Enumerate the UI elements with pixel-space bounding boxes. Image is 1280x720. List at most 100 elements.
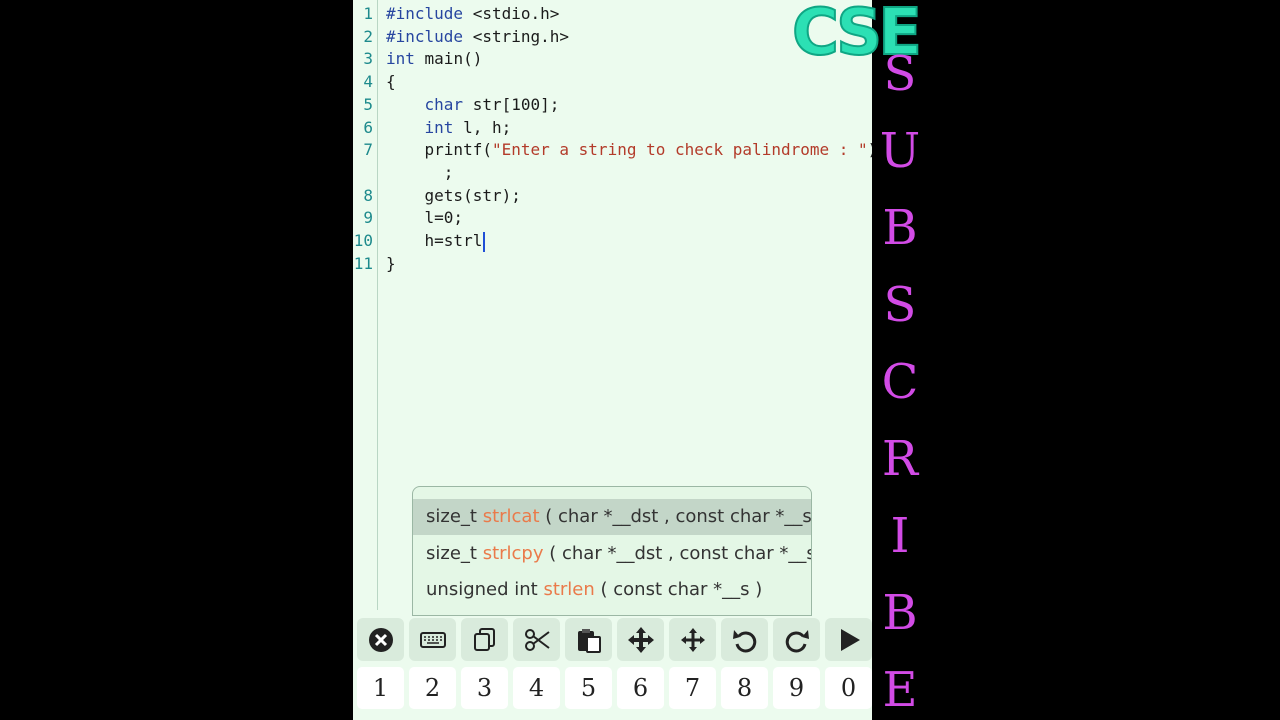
code-text: main() — [414, 49, 483, 69]
subscribe-letter: U — [879, 123, 921, 179]
line-number: 3 — [363, 49, 373, 69]
code-editor-screen: 1 2 3 4 5 6 7 8 9 10 11 #include <stdio.h> #include… — [353, 0, 872, 720]
code-line[interactable]: h=strl — [386, 230, 486, 252]
number-key-2[interactable]: 2 — [409, 667, 456, 709]
select-move-button[interactable] — [669, 618, 716, 661]
subscribe-letter: B — [882, 585, 918, 641]
number-key-3[interactable]: 3 — [461, 667, 508, 709]
number-key-6[interactable]: 6 — [617, 667, 664, 709]
number-key-7[interactable]: 7 — [669, 667, 716, 709]
code-string: "Enter a string to check palindrome : " — [491, 140, 868, 160]
redo-icon — [785, 629, 809, 652]
suggestion-match: strl — [482, 506, 512, 527]
subscribe-letter: S — [883, 46, 917, 102]
line-number: 4 — [363, 72, 373, 92]
line-number: 7 — [363, 140, 373, 160]
code-text: <stdio.h> — [463, 4, 560, 23]
code-line[interactable]: printf("Enter a string to check palindro… — [386, 139, 872, 161]
code-line[interactable]: gets(str); — [386, 185, 521, 207]
code-line[interactable]: int l, h; — [386, 117, 512, 139]
suggestion-sig: ( const char *__s ) — [594, 579, 763, 600]
line-number: 8 — [363, 185, 373, 205]
number-key-1[interactable]: 1 — [357, 667, 404, 709]
paste-icon — [577, 628, 601, 653]
code-text: printf( — [386, 140, 492, 160]
cut-icon — [524, 628, 550, 651]
autocomplete-popup: size_t strlcat ( char *__dst , const cha… — [412, 486, 812, 616]
subscribe-letter: R — [881, 431, 919, 487]
code-text: ) — [868, 140, 872, 159]
subscribe-letter: C — [881, 354, 919, 410]
suggestion-pre: size_t — [426, 506, 483, 527]
code-line[interactable]: #include <stdio.h> — [386, 3, 559, 25]
number-key-0[interactable]: 0 — [825, 667, 872, 709]
number-key-4[interactable]: 4 — [513, 667, 560, 709]
code-text: h=strl — [386, 231, 483, 250]
code-line[interactable]: char str[100]; — [386, 94, 560, 116]
select-move-icon — [680, 627, 705, 652]
line-number: 6 — [363, 117, 373, 137]
subscribe-letter: B — [882, 200, 918, 256]
copy-button[interactable] — [461, 618, 508, 661]
suggestion-rest: cat — [511, 506, 540, 527]
number-key-9[interactable]: 9 — [773, 667, 820, 709]
paste-button[interactable] — [565, 618, 612, 661]
code-keyword: int — [424, 117, 454, 137]
code-text: ; — [386, 162, 454, 182]
suggestion-match: strl — [543, 579, 573, 600]
suggestion-pre: size_t — [426, 542, 483, 564]
code-text: } — [386, 253, 396, 273]
code-line[interactable]: ; — [386, 162, 454, 184]
undo-icon — [732, 629, 756, 652]
close-icon — [368, 627, 393, 652]
suggestion-match: strl — [482, 542, 512, 564]
number-key-8[interactable]: 8 — [721, 667, 768, 709]
keyboard-button[interactable] — [409, 618, 456, 661]
code-line[interactable]: #include <string.h> — [386, 26, 569, 48]
line-number: 10 — [353, 231, 373, 250]
code-line[interactable]: l=0; — [386, 207, 464, 229]
code-keyword: #include — [386, 26, 464, 46]
code-text: l=0; — [386, 208, 464, 228]
code-text: <string.h> — [463, 26, 570, 46]
code-keyword: #include — [386, 4, 464, 23]
autocomplete-item[interactable]: size_t strlcpy ( char *__dst , const cha… — [413, 536, 811, 572]
line-number: 11 — [353, 253, 373, 273]
run-icon — [840, 628, 860, 651]
suggestion-rest: en — [572, 579, 595, 600]
text-cursor — [483, 231, 486, 252]
run-button[interactable] — [825, 618, 872, 661]
code-text: gets(str); — [386, 185, 521, 205]
line-number: 9 — [363, 208, 373, 228]
close-button[interactable] — [357, 618, 404, 661]
autocomplete-item[interactable]: unsigned int strlen ( const char *__s ) — [413, 572, 811, 608]
code-line[interactable]: { — [386, 71, 396, 93]
autocomplete-item[interactable]: size_t strlcat ( char *__dst , const cha… — [413, 499, 811, 535]
suggestion-sig: ( char *__dst , const char *__s — [539, 506, 811, 527]
move-cursor-icon — [627, 626, 654, 653]
suggestion-pre: unsigned int — [426, 579, 544, 600]
code-line[interactable]: } — [386, 253, 396, 275]
subscribe-letter: S — [883, 277, 917, 333]
subscribe-letter: I — [890, 508, 910, 564]
cut-button[interactable] — [513, 618, 560, 661]
code-line[interactable]: int main() — [386, 48, 482, 70]
line-number-gutter: 1 2 3 4 5 6 7 8 9 10 11 — [353, 0, 378, 610]
redo-button[interactable] — [773, 618, 820, 661]
code-keyword: char — [424, 94, 464, 114]
subscribe-letter: E — [882, 662, 918, 718]
line-number: 1 — [363, 4, 373, 23]
undo-button[interactable] — [721, 618, 768, 661]
number-key-5[interactable]: 5 — [565, 667, 612, 709]
keyboard-icon — [419, 631, 446, 648]
suggestion-sig: ( char *__dst , const char *__s — [543, 542, 811, 564]
code-text: { — [386, 72, 396, 92]
code-text: str[100]; — [463, 94, 560, 114]
number-key-row: 1234567890 — [357, 667, 872, 711]
move-cursor-button[interactable] — [617, 618, 664, 661]
line-number: 2 — [363, 26, 373, 46]
line-number: 5 — [363, 94, 373, 114]
editor-toolbar — [357, 618, 872, 662]
